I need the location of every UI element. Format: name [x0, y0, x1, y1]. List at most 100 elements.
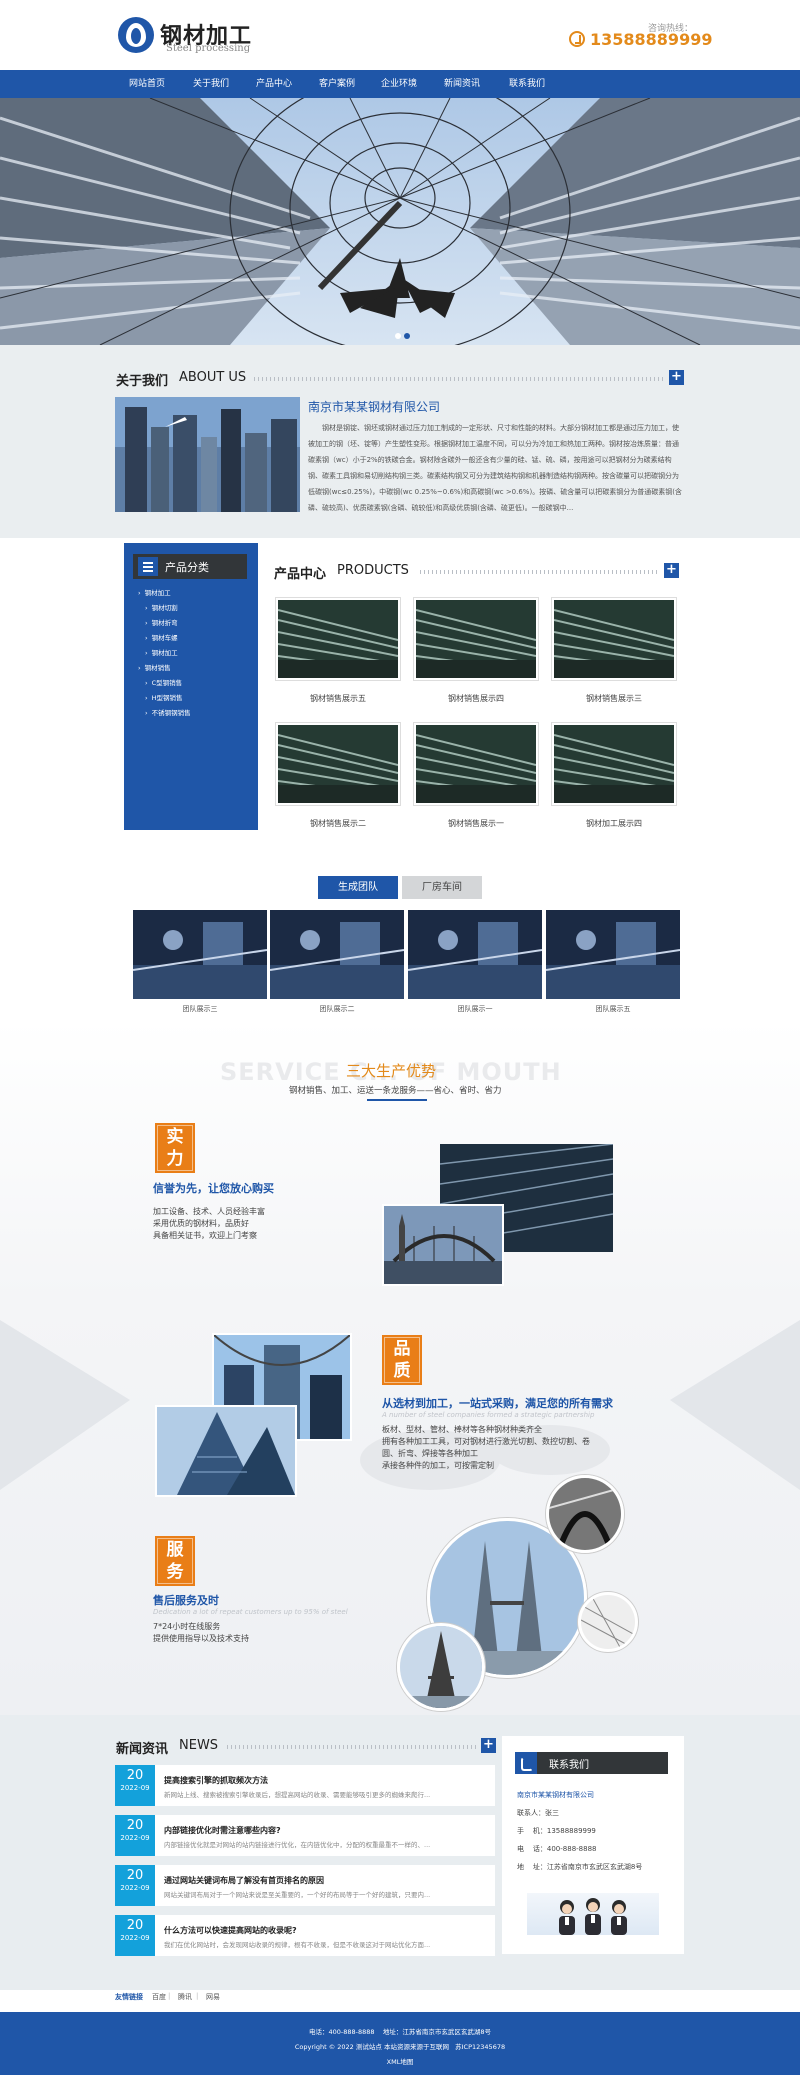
advantage-line: 圆、折弯、焊接等各种加工	[382, 1449, 478, 1458]
advantage-line: 承接各种件的加工，可按需定制	[382, 1461, 494, 1470]
category-item[interactable]: H型钢销售	[145, 692, 183, 702]
friend-links-title: 友情链接	[115, 1993, 143, 2001]
list-icon	[138, 557, 158, 576]
news-date: 20 2022-09	[115, 1765, 155, 1806]
product-card[interactable]: 钢材销售展示四	[413, 597, 539, 704]
news-item[interactable]: 20 2022-09 通过网站关键词布局了解没有首页排名的原因 网站关键词布局对于…	[115, 1865, 495, 1906]
tab-team[interactable]: 生成团队	[318, 876, 398, 899]
team-image	[133, 910, 267, 999]
main-nav: 网站首页 关于我们 产品中心 客户案例 企业环境 新闻资讯 联系我们	[0, 70, 800, 98]
products-title-cn: 产品中心	[274, 567, 327, 582]
advantage-line: 提供使用指导以及技术支持	[153, 1634, 249, 1643]
category-header: 产品分类	[133, 554, 247, 579]
team-card[interactable]: 团队展示三	[133, 910, 267, 1014]
product-card[interactable]: 钢材销售展示二	[275, 722, 401, 829]
product-image	[275, 722, 401, 806]
nav-home[interactable]: 网站首页	[112, 70, 182, 98]
advantage-line: 采用优质的钢材料，品质好	[153, 1219, 249, 1228]
news-date: 20 2022-09	[115, 1865, 155, 1906]
about-more-plus-icon[interactable]: +	[669, 370, 684, 385]
product-image	[275, 597, 401, 681]
news-item[interactable]: 20 2022-09 什么方法可以快速提高网站的收录呢? 我们在优化网站时，会发现…	[115, 1915, 495, 1956]
category-title: 产品分类	[165, 561, 209, 574]
team-card[interactable]: 团队展示五	[546, 910, 680, 1014]
advantage-en: Dedication a lot of repeat customers up …	[153, 1608, 348, 1616]
friend-link[interactable]: 百度	[152, 1992, 166, 2002]
product-card[interactable]: 钢材销售展示三	[551, 597, 677, 704]
advantages-subtitle: 钢材销售、加工、运送一条龙服务——省心、省时、省力	[289, 1086, 502, 1096]
category-item[interactable]: C型钢销售	[145, 677, 183, 687]
about-title-en: ABOUT US	[179, 370, 247, 385]
news-item[interactable]: 20 2022-09 内部链接优化时需注意哪些内容? 内部链接优化就是对网站的站内…	[115, 1815, 495, 1856]
friend-link[interactable]: 网易	[206, 1992, 220, 2002]
news-title-en: NEWS	[179, 1738, 219, 1753]
category-item[interactable]: 钢材加工	[145, 647, 178, 657]
news-title[interactable]: 内部链接优化时需注意哪些内容?	[164, 1825, 281, 1836]
advantage-photo-glass-building	[155, 1405, 297, 1497]
nav-about[interactable]: 关于我们	[176, 70, 246, 98]
advantage-heading: 从选材到加工，一站式采购，满足您的所有需求	[382, 1397, 613, 1410]
team-image	[270, 910, 404, 999]
logo-icon[interactable]	[118, 17, 154, 53]
advantage-line: 具备相关证书，欢迎上门考察	[153, 1231, 257, 1240]
advantage-heading: 信誉为先，让您放心购买	[153, 1182, 274, 1195]
customer-service-image	[527, 1893, 659, 1935]
team-image	[546, 910, 680, 999]
product-name: 钢材销售展示五	[310, 694, 366, 703]
news-title[interactable]: 提高搜索引擎的抓取频次方法	[164, 1775, 268, 1786]
news-title[interactable]: 通过网站关键词布局了解没有首页排名的原因	[164, 1875, 324, 1886]
product-card[interactable]: 钢材销售展示五	[275, 597, 401, 704]
footer-copyright: Copyright © 2022 测试站点 本站资源来源于互联网 苏ICP123…	[294, 2043, 506, 2051]
footer-sitemap-link[interactable]: XML地图	[0, 2056, 800, 2066]
category-item[interactable]: 钢材折弯	[145, 617, 178, 627]
team-card[interactable]: 团队展示一	[408, 910, 542, 1014]
about-title-line	[254, 377, 664, 381]
team-card[interactable]: 团队展示二	[270, 910, 404, 1014]
news-date: 20 2022-09	[115, 1915, 155, 1956]
nav-cases[interactable]: 客户案例	[302, 70, 372, 98]
news-title-cn: 新闻资讯	[116, 1742, 169, 1757]
nav-products[interactable]: 产品中心	[239, 70, 309, 98]
category-item[interactable]: 不锈钢钢销售	[145, 707, 191, 717]
news-more-plus-icon[interactable]: +	[481, 1738, 496, 1753]
category-item[interactable]: 钢材切割	[145, 602, 178, 612]
product-name: 钢材销售展示二	[310, 819, 366, 828]
about-description: 钢材是钢锭、钢坯或钢材通过压力加工制成的一定形状、尺寸和性能的材料。大部分钢材加…	[308, 424, 682, 512]
team-name: 团队展示五	[595, 1005, 631, 1013]
products-more-plus-icon[interactable]: +	[664, 563, 679, 578]
news-item[interactable]: 20 2022-09 提高搜索引擎的抓取频次方法 新网站上线、搜索被搜索引擎收录后…	[115, 1765, 495, 1806]
logo-subtitle: Steel processing	[166, 43, 251, 54]
news-summary: 我们在优化网站时，会发现网站收录的规律，根有不收录，但是不收录这对于网站优化方面…	[164, 1941, 431, 1949]
contact-address: 地 址：江苏省南京市玄武区玄武湖8号	[517, 1863, 643, 1871]
products-title-line	[420, 570, 660, 574]
team-image	[408, 910, 542, 999]
product-card[interactable]: 钢材加工展示四	[551, 722, 677, 829]
advantage-photo-bridge	[382, 1204, 504, 1286]
friend-link[interactable]: 腾讯	[178, 1992, 192, 2002]
nav-contact[interactable]: 联系我们	[492, 70, 562, 98]
category-item[interactable]: 钢材销售	[138, 662, 171, 672]
contact-person: 联系人：张三	[517, 1809, 559, 1817]
contact-phone: 电 话：400-888-8888	[517, 1845, 597, 1853]
team-name: 团队展示二	[319, 1005, 355, 1013]
tab-workshop[interactable]: 厂房车间	[402, 876, 482, 899]
category-item[interactable]: 钢材车螺	[145, 632, 178, 642]
nav-environment[interactable]: 企业环境	[364, 70, 434, 98]
hero-banner[interactable]	[0, 98, 800, 345]
news-summary: 新网站上线、搜索被搜索引擎收录后，想提高网站的收录、需要能够吸引更多的蜘蛛来爬行…	[164, 1791, 431, 1799]
banner-dot-1[interactable]	[395, 333, 401, 339]
about-company-name[interactable]: 南京市某某钢材有限公司	[308, 398, 440, 415]
product-card[interactable]: 钢材销售展示一	[413, 722, 539, 829]
product-name: 钢材销售展示一	[448, 819, 504, 828]
advantage-heading: 售后服务及时	[153, 1594, 219, 1607]
advantage-en: A number of steel companies formed a str…	[382, 1411, 595, 1419]
nav-news[interactable]: 新闻资讯	[427, 70, 497, 98]
category-item[interactable]: 钢材加工	[138, 587, 171, 597]
banner-dot-2[interactable]	[404, 333, 410, 339]
news-title[interactable]: 什么方法可以快速提高网站的收录呢?	[164, 1925, 297, 1936]
team-name: 团队展示三	[182, 1005, 218, 1013]
advantage-photo-arch	[546, 1475, 624, 1553]
about-title-cn: 关于我们	[116, 374, 169, 389]
product-image	[551, 722, 677, 806]
product-image	[413, 722, 539, 806]
